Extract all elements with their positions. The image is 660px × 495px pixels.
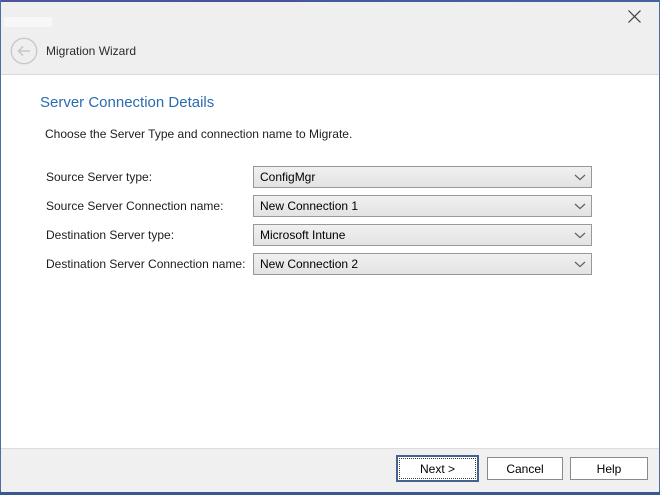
wizard-header-title: Migration Wizard — [46, 43, 136, 59]
page-description: Choose the Server Type and connection na… — [45, 127, 352, 141]
cancel-button[interactable]: Cancel — [487, 457, 563, 480]
window-chrome: Migration Wizard — [1, 2, 659, 75]
close-button[interactable] — [623, 9, 645, 29]
destination-server-connection-name-dropdown[interactable]: New Connection 2 — [253, 253, 592, 275]
destination-server-type-dropdown[interactable]: Microsoft Intune — [253, 224, 592, 246]
help-button[interactable]: Help — [570, 457, 648, 480]
source-server-connection-name-value: New Connection 1 — [254, 199, 569, 213]
source-server-connection-name-dropdown[interactable]: New Connection 1 — [253, 195, 592, 217]
destination-server-connection-name-value: New Connection 2 — [254, 257, 569, 271]
source-server-type-label: Source Server type: — [46, 166, 152, 188]
destination-server-type-value: Microsoft Intune — [254, 228, 569, 242]
next-button[interactable]: Next > — [396, 455, 479, 482]
close-icon — [627, 9, 642, 29]
migration-wizard-window: Migration Wizard Server Connection Detai… — [0, 0, 660, 495]
back-button[interactable] — [10, 37, 38, 65]
chevron-down-icon — [569, 203, 591, 210]
titlebar-highlight — [4, 17, 52, 27]
chevron-down-icon — [569, 174, 591, 181]
destination-server-type-label: Destination Server type: — [46, 224, 174, 246]
chevron-down-icon — [569, 261, 591, 268]
page-title: Server Connection Details — [40, 94, 214, 111]
chevron-down-icon — [569, 232, 591, 239]
source-server-connection-name-label: Source Server Connection name: — [46, 195, 223, 217]
back-arrow-icon — [10, 52, 38, 69]
source-server-type-dropdown[interactable]: ConfigMgr — [253, 166, 592, 188]
destination-server-connection-name-label: Destination Server Connection name: — [46, 253, 245, 275]
source-server-type-value: ConfigMgr — [254, 170, 569, 184]
